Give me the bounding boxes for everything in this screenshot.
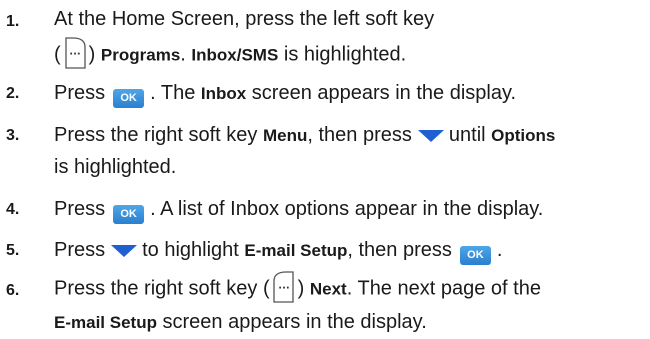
step-line: Press to highlight E-mail Setup, then pre…	[54, 235, 650, 266]
step-text: until	[448, 124, 492, 146]
step-text: is highlighted.	[278, 43, 407, 66]
step-number: 3.	[6, 127, 20, 144]
step-text: Press the right soft key	[54, 124, 263, 146]
step-text: Press the right soft key (	[54, 277, 270, 300]
next-label: Next	[309, 279, 347, 299]
ok-key-icon: OK	[113, 205, 145, 224]
left-soft-key-icon: ···	[63, 37, 87, 69]
step-text: .	[180, 43, 192, 66]
step-text: screen appears in the display.	[246, 82, 517, 104]
down-arrow-icon	[111, 245, 138, 257]
menu-label: Menu	[262, 126, 308, 145]
step-text: . A list of Inbox options appear in the …	[150, 198, 544, 220]
options-label: Options	[491, 126, 556, 145]
step-line: Press OK . A list of Inbox options appear …	[54, 194, 650, 225]
inbox-sms-label: Inbox/SMS	[191, 45, 279, 65]
step-line: Press OK . The Inbox screen appears in the…	[54, 78, 650, 109]
ok-key-icon: OK	[113, 89, 145, 108]
step-text: , then press	[307, 124, 412, 146]
step-number: 4.	[6, 201, 20, 218]
step-text: . The next page of the	[346, 277, 541, 300]
ok-key-icon: OK	[459, 246, 491, 265]
right-soft-key-icon: ···	[272, 271, 296, 303]
down-arrow-icon	[417, 130, 444, 142]
step-text: . The	[150, 82, 201, 104]
email-setup-label: E-mail Setup	[54, 313, 157, 332]
inbox-label: Inbox	[200, 84, 247, 103]
step-text: Press	[54, 198, 106, 220]
step-text: At the Home Screen, press the left soft …	[54, 8, 435, 30]
step-line: is highlighted.	[54, 152, 650, 183]
step-1: 1. At the Home Screen, press the left so…	[0, 2, 650, 74]
step-2: 2. Press OK . The Inbox screen appears in …	[0, 74, 650, 118]
step-line: Press the right soft key Menu, then pres…	[54, 120, 650, 151]
step-text: to highlight	[142, 239, 245, 261]
step-text: is highlighted.	[54, 156, 177, 178]
step-6: 6. Press the right soft key ( ···) Next. …	[0, 271, 650, 339]
step-number: 6.	[6, 282, 20, 299]
step-text: screen appears in the display.	[156, 311, 427, 333]
step-line: ( ···) Programs. Inbox/SMS is highlighted…	[54, 37, 650, 71]
step-number: 1.	[6, 13, 20, 30]
step-text: , then press	[347, 239, 452, 261]
step-4: 4. Press OK . A list of Inbox options appe…	[0, 190, 650, 234]
svg-text:···: ···	[278, 283, 289, 294]
step-5: 5. Press to highlight E-mail Setup, then …	[0, 231, 650, 275]
step-number: 2.	[6, 85, 20, 102]
step-text: Press	[54, 82, 106, 104]
email-setup-label: E-mail Setup	[244, 241, 348, 260]
step-text: Press	[54, 239, 106, 261]
paren-close: )	[88, 43, 96, 66]
svg-text:···: ···	[69, 49, 80, 60]
step-text: .	[496, 239, 503, 261]
step-line: E-mail Setup screen appears in the displ…	[54, 307, 650, 338]
paren-open: (	[54, 43, 61, 66]
step-number: 5.	[6, 242, 20, 259]
step-line: At the Home Screen, press the left soft …	[54, 4, 650, 35]
step-text: )	[297, 277, 310, 300]
programs-label: Programs	[100, 45, 181, 65]
step-3: 3. Press the right soft key Menu, then p…	[0, 116, 650, 192]
instruction-page: 1. At the Home Screen, press the left so…	[0, 0, 650, 339]
step-line: Press the right soft key ( ···) Next. The…	[54, 271, 650, 305]
